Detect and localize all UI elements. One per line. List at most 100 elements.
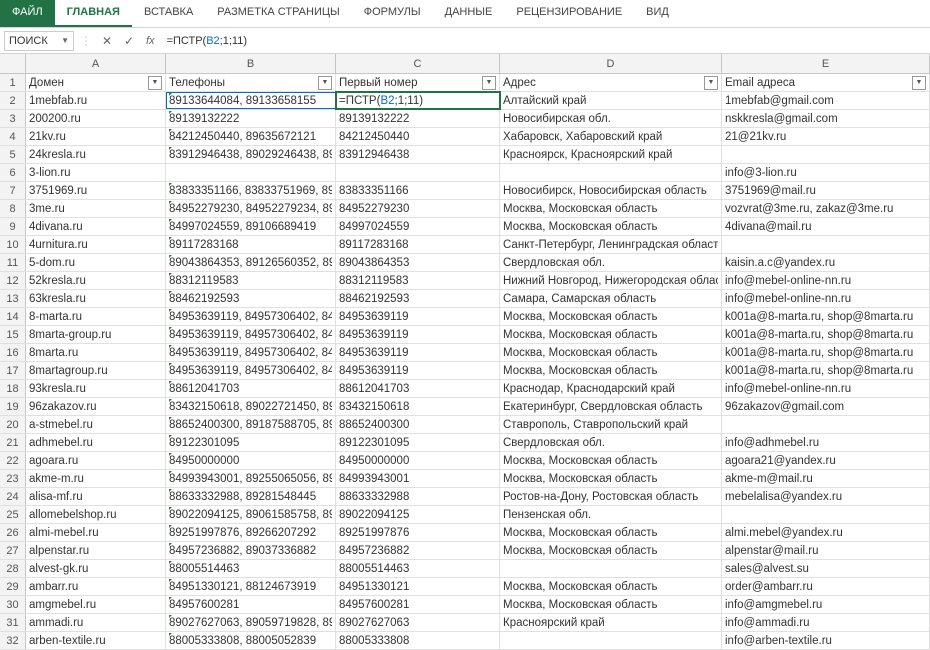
col-header-C[interactable]: C [336, 54, 500, 73]
cell[interactable]: 89139132222 [336, 110, 500, 127]
cell[interactable]: 84957236882, 89037336882 [166, 542, 336, 559]
enter-icon[interactable]: ✓ [120, 34, 138, 48]
cell[interactable]: info@amgmebel.ru [722, 596, 930, 613]
cell[interactable]: 88005514463 [336, 560, 500, 577]
cell[interactable]: Свердловская обл. [500, 434, 722, 451]
cell[interactable] [166, 164, 336, 181]
cell[interactable]: 84957600281 [166, 596, 336, 613]
formula-input[interactable]: =ПСТР(B2;1;11) [163, 33, 926, 49]
cell[interactable]: Ростов-на-Дону, Ростовская область [500, 488, 722, 505]
cell[interactable]: 89117283168 [336, 236, 500, 253]
cell[interactable]: 88633332988 [336, 488, 500, 505]
cell[interactable]: 88652400300 [336, 416, 500, 433]
filter-icon[interactable]: ▼ [912, 76, 926, 90]
cell[interactable]: k001a@8-marta.ru, shop@8marta.ru [722, 344, 930, 361]
cell[interactable]: 96zakazov@gmail.com [722, 398, 930, 415]
header-cell-email[interactable]: Email адреса ▼ [722, 74, 930, 91]
cell[interactable]: vozvrat@3me.ru, zakaz@3me.ru [722, 200, 930, 217]
row-header[interactable]: 17 [0, 362, 26, 379]
cell[interactable] [722, 506, 930, 523]
cell[interactable]: order@ambarr.ru [722, 578, 930, 595]
cell[interactable]: 4divana@mail.ru [722, 218, 930, 235]
cell[interactable]: 83912946438 [336, 146, 500, 163]
cell[interactable]: 84953639119 [336, 344, 500, 361]
header-cell-address[interactable]: Адрес ▼ [500, 74, 722, 91]
row-header[interactable]: 11 [0, 254, 26, 271]
cell[interactable]: 52kresla.ru [26, 272, 166, 289]
header-cell-phones[interactable]: Телефоны ▼ [166, 74, 336, 91]
cell[interactable]: 96zakazov.ru [26, 398, 166, 415]
cell[interactable] [722, 146, 930, 163]
cell[interactable]: 89251997876 [336, 524, 500, 541]
tab-file[interactable]: ФАЙЛ [0, 0, 55, 27]
cell[interactable]: 63kresla.ru [26, 290, 166, 307]
name-box[interactable]: ПОИСК ▼ [4, 31, 74, 51]
row-header[interactable]: 4 [0, 128, 26, 145]
cell[interactable]: Москва, Московская область [500, 524, 722, 541]
header-cell-first-number[interactable]: Первый номер ▼ [336, 74, 500, 91]
row-header[interactable]: 14 [0, 308, 26, 325]
cell[interactable]: 84212450440 [336, 128, 500, 145]
cell[interactable]: a-stmebel.ru [26, 416, 166, 433]
cell[interactable]: 89122301095 [336, 434, 500, 451]
row-header[interactable]: 6 [0, 164, 26, 181]
cell[interactable]: Нижний Новгород, Нижегородская область [500, 272, 722, 289]
cell[interactable]: Москва, Московская область [500, 200, 722, 217]
cell[interactable]: 1mebfab.ru [26, 92, 166, 109]
cell[interactable]: 84953639119 [336, 308, 500, 325]
cell[interactable] [500, 164, 722, 181]
cell[interactable]: 89133644084, 89133658155 [166, 92, 336, 109]
cell[interactable] [336, 164, 500, 181]
cell[interactable]: Хабаровск, Хабаровский край [500, 128, 722, 145]
row-header[interactable]: 13 [0, 290, 26, 307]
cell[interactable]: 84997024559, 89106689419 [166, 218, 336, 235]
cell[interactable]: 89022094125, 89061585758, 89989022094125 [166, 506, 336, 523]
col-header-A[interactable]: A [26, 54, 166, 73]
cell[interactable]: Новосибирская обл. [500, 110, 722, 127]
cell[interactable] [722, 416, 930, 433]
cell[interactable]: Свердловская обл. [500, 254, 722, 271]
cell[interactable]: Санкт-Петербург, Ленинградская область [500, 236, 722, 253]
cell[interactable]: 8-marta.ru [26, 308, 166, 325]
cell[interactable]: mebelalisa@yandex.ru [722, 488, 930, 505]
row-header[interactable]: 18 [0, 380, 26, 397]
tab-home[interactable]: ГЛАВНАЯ [55, 0, 132, 27]
cell[interactable]: 84993943001 [336, 470, 500, 487]
cell[interactable]: info@mebel-online-nn.ru [722, 272, 930, 289]
cell[interactable]: Краснодар, Краснодарский край [500, 380, 722, 397]
cell[interactable]: k001a@8-marta.ru, shop@8marta.ru [722, 308, 930, 325]
cell[interactable]: 8marta.ru [26, 344, 166, 361]
cell[interactable]: kaisin.a.c@yandex.ru [722, 254, 930, 271]
cell[interactable]: 89251997876, 89266207292 [166, 524, 336, 541]
cell[interactable]: ammadi.ru [26, 614, 166, 631]
fx-icon[interactable]: fx [142, 35, 159, 47]
cell[interactable]: 84953639119, 84957306402, 84954953639119 [166, 362, 336, 379]
cell[interactable]: akme-m@mail.ru [722, 470, 930, 487]
cell[interactable]: 83833351166, 83833751969, 89133833351166 [166, 182, 336, 199]
col-header-D[interactable]: D [500, 54, 722, 73]
cell[interactable]: 84950000000 [166, 452, 336, 469]
cell[interactable]: 21@21kv.ru [722, 128, 930, 145]
cell[interactable]: 88612041703 [336, 380, 500, 397]
cell[interactable]: 89027627063 [336, 614, 500, 631]
cell[interactable]: 89043864353, 89126560352, 89999043864353 [166, 254, 336, 271]
cell[interactable]: Красноярский край [500, 614, 722, 631]
cell[interactable]: alvest-gk.ru [26, 560, 166, 577]
filter-icon[interactable]: ▼ [704, 76, 718, 90]
cell[interactable]: 84951330121 [336, 578, 500, 595]
row-header[interactable]: 27 [0, 542, 26, 559]
row-header[interactable]: 26 [0, 524, 26, 541]
cell[interactable]: almi-mebel.ru [26, 524, 166, 541]
cell[interactable]: akme-m.ru [26, 470, 166, 487]
cell[interactable]: arben-textile.ru [26, 632, 166, 649]
cell[interactable]: Екатеринбург, Свердловская область [500, 398, 722, 415]
cell[interactable]: Ставрополь, Ставропольский край [500, 416, 722, 433]
cell[interactable]: 84952279230 [336, 200, 500, 217]
cell[interactable]: 84957600281 [336, 596, 500, 613]
cell[interactable]: 84950000000 [336, 452, 500, 469]
cell[interactable]: ambarr.ru [26, 578, 166, 595]
cell[interactable]: Москва, Московская область [500, 578, 722, 595]
cell[interactable]: 84957236882 [336, 542, 500, 559]
cell[interactable]: 84997024559 [336, 218, 500, 235]
row-header-1[interactable]: 1 [0, 74, 26, 91]
